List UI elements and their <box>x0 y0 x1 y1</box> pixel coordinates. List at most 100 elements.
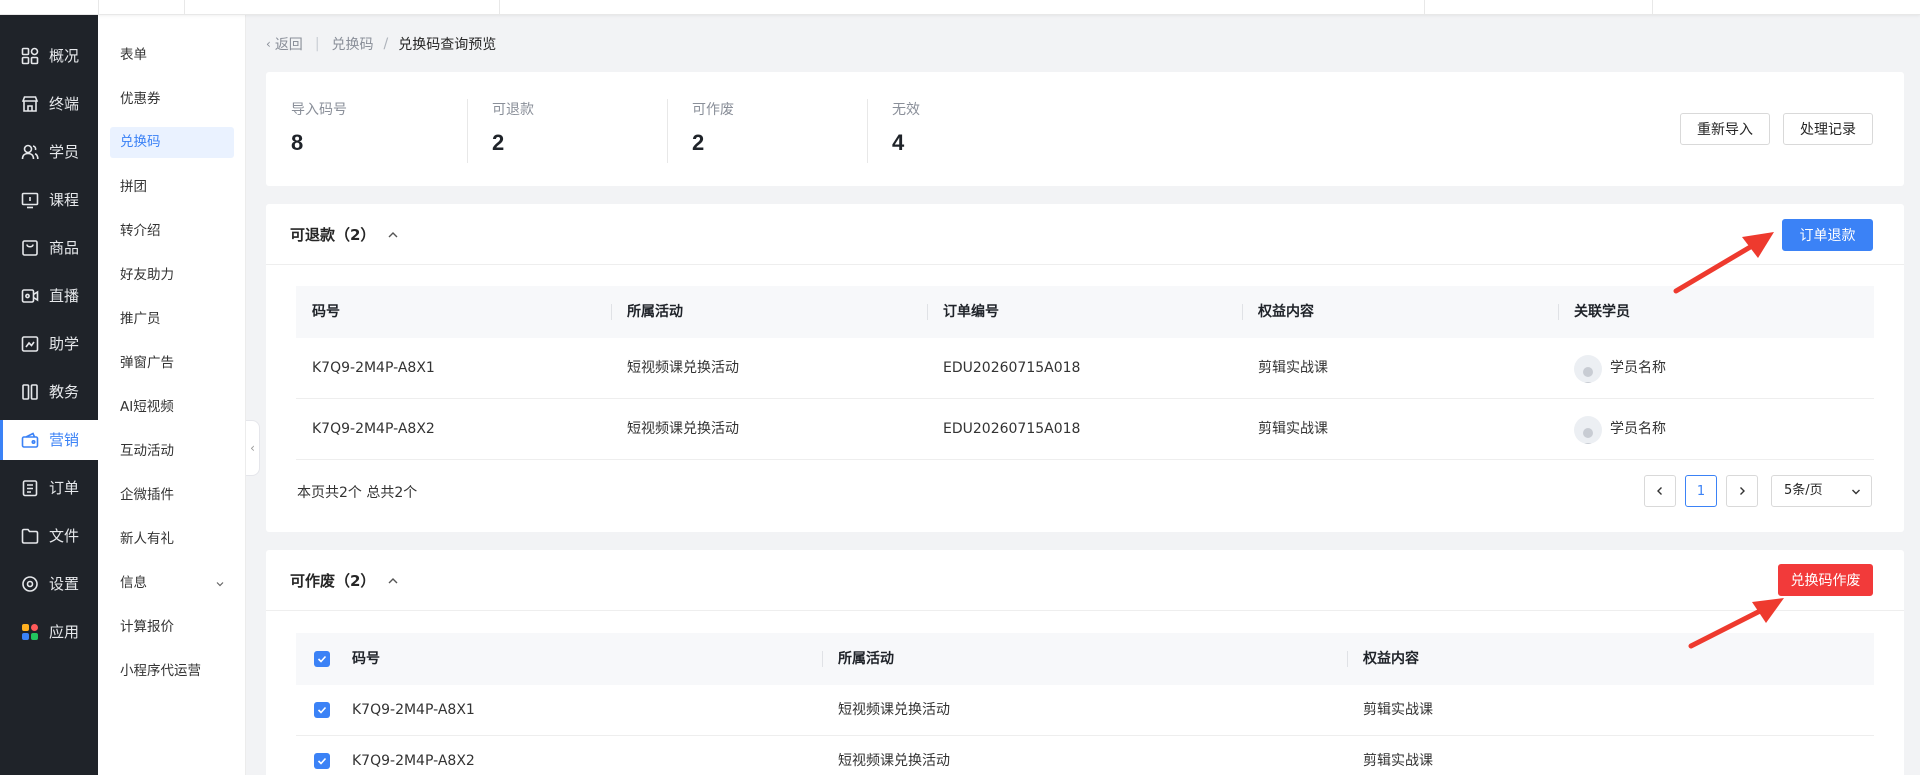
stat-imported: 导入码号 8 <box>291 100 347 156</box>
row-checkbox[interactable] <box>314 702 330 718</box>
avatar <box>1574 415 1602 444</box>
subnav-item-group-buy[interactable]: 拼团 <box>110 172 234 203</box>
avatar <box>1574 354 1602 383</box>
breadcrumb-divider: | <box>314 36 320 52</box>
rail-item-marketing[interactable]: 营销 <box>0 420 98 460</box>
column-header: 所属活动 <box>627 304 683 320</box>
process-records-button[interactable]: 处理记录 <box>1783 113 1873 145</box>
prev-page-button[interactable] <box>1644 475 1676 507</box>
table-row: K7Q9-2M4P-A8X2 短视频课兑换活动 剪辑实战课 <box>296 736 1874 775</box>
stat-value: 2 <box>692 130 705 155</box>
page-size-select[interactable]: 5条/页 <box>1771 475 1872 507</box>
subnav-item-quote[interactable]: 计算报价 <box>110 612 234 643</box>
rail-item-terminal[interactable]: 终端 <box>0 84 98 124</box>
section-title: 可退款（2） <box>290 224 399 246</box>
section-header: 可作废（2） 兑换码作废 <box>266 550 1904 611</box>
rail-item-settings[interactable]: 设置 <box>0 564 98 604</box>
subnav-item-miniapp-ops[interactable]: 小程序代运营 <box>110 656 234 687</box>
back-link[interactable]: ‹ 返回 <box>266 34 303 54</box>
stat-divider <box>867 99 868 163</box>
collapse-sidebar-button[interactable]: ‹ <box>246 420 260 476</box>
settings-icon <box>22 576 38 592</box>
column-header: 码号 <box>312 304 340 320</box>
page-number-button[interactable]: 1 <box>1685 475 1717 507</box>
breadcrumb-parent[interactable]: 兑换码 <box>332 34 374 54</box>
subnav-item-info[interactable]: 信息 <box>110 568 234 599</box>
rail-item-study-assist[interactable]: 助学 <box>0 324 98 364</box>
stat-invalid: 无效 4 <box>892 100 920 156</box>
subnav-item-promoter[interactable]: 推广员 <box>110 304 234 335</box>
row-checkbox[interactable] <box>314 753 330 769</box>
voidable-section: 可作废（2） 兑换码作废 码号 所属活动 权益内容 K7Q9-2M4P-A8X1… <box>266 550 1904 775</box>
book-icon <box>22 384 38 400</box>
cell-activity: 短视频课兑换活动 <box>838 753 950 769</box>
cell-order-number: EDU20260715A018 <box>943 360 1081 376</box>
subnav-item-newcomer-gift[interactable]: 新人有礼 <box>110 524 234 555</box>
student-name: 学员名称 <box>1610 360 1666 376</box>
next-page-button[interactable] <box>1726 475 1758 507</box>
column-header: 权益内容 <box>1363 651 1419 667</box>
users-icon <box>21 144 39 160</box>
top-bar-divider <box>98 0 99 15</box>
reimport-button[interactable]: 重新导入 <box>1680 113 1770 145</box>
rail-item-live[interactable]: 直播 <box>0 276 98 316</box>
stat-voidable: 可作废 2 <box>692 100 734 156</box>
chevron-up-icon[interactable] <box>387 229 399 241</box>
rail-item-courses[interactable]: 课程 <box>0 180 98 220</box>
subnav-item-ai-video[interactable]: AI短视频 <box>110 392 234 423</box>
rail-item-apps[interactable]: 应用 <box>0 612 98 652</box>
column-header: 所属活动 <box>838 651 894 667</box>
chevron-up-icon[interactable] <box>387 575 399 587</box>
column-divider <box>822 651 823 667</box>
void-code-button[interactable]: 兑换码作废 <box>1778 564 1873 596</box>
subnav-item-interactive[interactable]: 互动活动 <box>110 436 234 467</box>
page-size-value: 5条/页 <box>1784 483 1823 498</box>
stat-value: 8 <box>291 130 304 155</box>
user-avatar-icon <box>1582 427 1594 444</box>
top-bar-divider <box>499 0 500 15</box>
cell-benefit: 剪辑实战课 <box>1363 702 1433 718</box>
check-icon <box>317 655 327 663</box>
rail-item-products[interactable]: 商品 <box>0 228 98 268</box>
live-icon <box>21 289 39 303</box>
column-header: 订单编号 <box>943 304 999 320</box>
rail-item-students[interactable]: 学员 <box>0 132 98 172</box>
rail-item-overview[interactable]: 概况 <box>0 36 98 76</box>
cell-benefit: 剪辑实战课 <box>1258 421 1328 437</box>
table-row: K7Q9-2M4P-A8X2 短视频课兑换活动 EDU20260715A018 … <box>296 399 1874 460</box>
rail-item-orders[interactable]: 订单 <box>0 468 98 508</box>
column-divider <box>1347 651 1348 667</box>
select-all-checkbox[interactable] <box>314 651 330 667</box>
cell-code: K7Q9-2M4P-A8X1 <box>352 702 475 718</box>
rail-item-label: 应用 <box>49 623 80 641</box>
subnav-item-friend-help[interactable]: 好友助力 <box>110 260 234 291</box>
rail-item-label: 学员 <box>49 143 80 161</box>
top-bar-divider <box>1424 0 1425 15</box>
marketing-subnav: 表单 优惠券 兑换码 拼团 转介绍 好友助力 推广员 弹窗广告 AI短视频 互动… <box>98 15 246 775</box>
order-refund-button[interactable]: 订单退款 <box>1782 219 1873 251</box>
cell-code: K7Q9-2M4P-A8X2 <box>352 753 475 769</box>
rail-item-files[interactable]: 文件 <box>0 516 98 556</box>
table-row: K7Q9-2M4P-A8X1 短视频课兑换活动 EDU20260715A018 … <box>296 338 1874 399</box>
cell-code: K7Q9-2M4P-A8X1 <box>312 360 435 376</box>
chevron-left-icon: ‹ <box>250 441 255 455</box>
subnav-item-redeem-code[interactable]: 兑换码 <box>110 127 234 158</box>
cell-activity: 短视频课兑换活动 <box>627 360 739 376</box>
cell-student: 学员名称 <box>1574 338 1666 399</box>
subnav-item-label: 信息 <box>120 575 147 591</box>
column-divider <box>927 304 928 320</box>
stat-label: 无效 <box>892 102 920 118</box>
subnav-item-referral[interactable]: 转介绍 <box>110 216 234 247</box>
rail-item-label: 设置 <box>49 575 80 593</box>
subnav-item-coupon[interactable]: 优惠券 <box>110 84 234 115</box>
subnav-item-form[interactable]: 表单 <box>110 40 234 71</box>
rail-item-label: 营销 <box>49 431 80 449</box>
rail-item-academic[interactable]: 教务 <box>0 372 98 412</box>
subnav-item-popup-ad[interactable]: 弹窗广告 <box>110 348 234 379</box>
primary-nav-rail: 概况 终端 学员 课程 商品 直播 助学 教务 营销 订单 文件 设置 应用 <box>0 15 98 775</box>
column-header: 权益内容 <box>1258 304 1314 320</box>
subnav-item-wecom-plugin[interactable]: 企微插件 <box>110 480 234 511</box>
rail-item-label: 终端 <box>49 95 80 113</box>
check-icon <box>317 706 327 714</box>
stat-value: 4 <box>892 130 905 155</box>
